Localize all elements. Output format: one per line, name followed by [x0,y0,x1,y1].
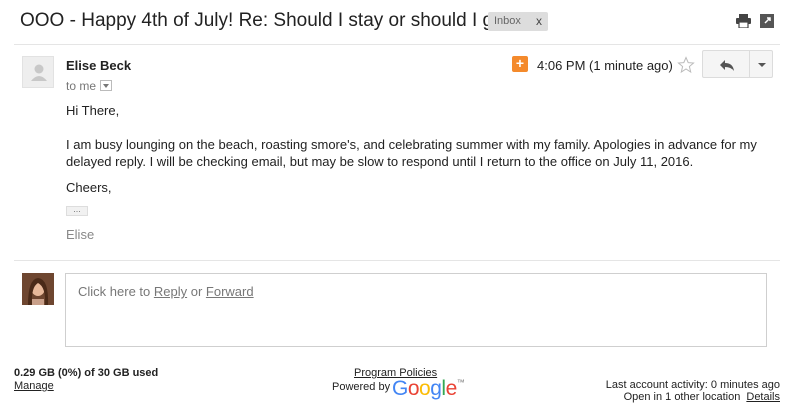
google-logo: Google™ [392,377,465,401]
trademark-mark: ™ [456,378,465,387]
show-trimmed-content-button[interactable]: ... [66,205,88,216]
remove-label-button[interactable]: x [536,14,542,28]
reply-icon [720,60,734,71]
header-divider [14,44,780,45]
google-letter: g [430,377,442,400]
email-signature: Elise [66,227,95,242]
email-greeting: Hi There, [66,103,120,118]
google-letter: e [445,377,458,400]
storage-usage: 0.29 GB (0%) of 30 GB used [14,367,159,379]
recipient-line: to me [66,79,113,93]
reply-or-text: or [187,284,206,299]
star-icon[interactable] [677,56,695,74]
inbox-label-text: Inbox [494,15,521,27]
reply-prompt-text: Click here to [78,284,154,299]
show-details-dropdown[interactable] [100,80,113,91]
reply-button[interactable] [702,50,750,78]
powered-by-text: Powered by [332,381,391,393]
email-paragraph: I am busy lounging on the beach, roastin… [66,137,757,169]
popout-icon[interactable] [760,14,774,28]
user-avatar [22,273,54,305]
email-time: 4:06 PM (1 minute ago) [537,58,673,73]
open-locations: Open in 1 other location Details [624,391,780,403]
user-photo [22,273,54,305]
person-icon [31,64,47,81]
inbox-label[interactable]: Inbox x [488,12,548,31]
recipient-text: to me [66,79,97,93]
email-closing: Cheers, [66,180,112,195]
open-locations-text: Open in 1 other location [623,391,741,403]
manage-storage-link[interactable]: Manage [14,380,54,392]
reply-divider [14,260,780,261]
google-letter: o [407,377,420,400]
details-link[interactable]: Details [746,391,780,403]
more-actions-button[interactable] [749,50,773,78]
forward-link[interactable]: Forward [206,284,254,299]
reply-link[interactable]: Reply [154,284,187,299]
google-plus-badge[interactable]: + [512,56,528,72]
last-account-activity: Last account activity: 0 minutes ago [605,379,780,391]
google-letter: o [419,377,431,400]
sender-name[interactable]: Elise Beck [66,58,131,73]
print-icon[interactable] [736,14,751,28]
email-subject: OOO - Happy 4th of July! Re: Should I st… [20,10,515,31]
reply-box[interactable]: Click here to Reply or Forward [65,273,767,347]
sender-avatar [22,56,54,88]
google-letter: G [392,377,408,400]
